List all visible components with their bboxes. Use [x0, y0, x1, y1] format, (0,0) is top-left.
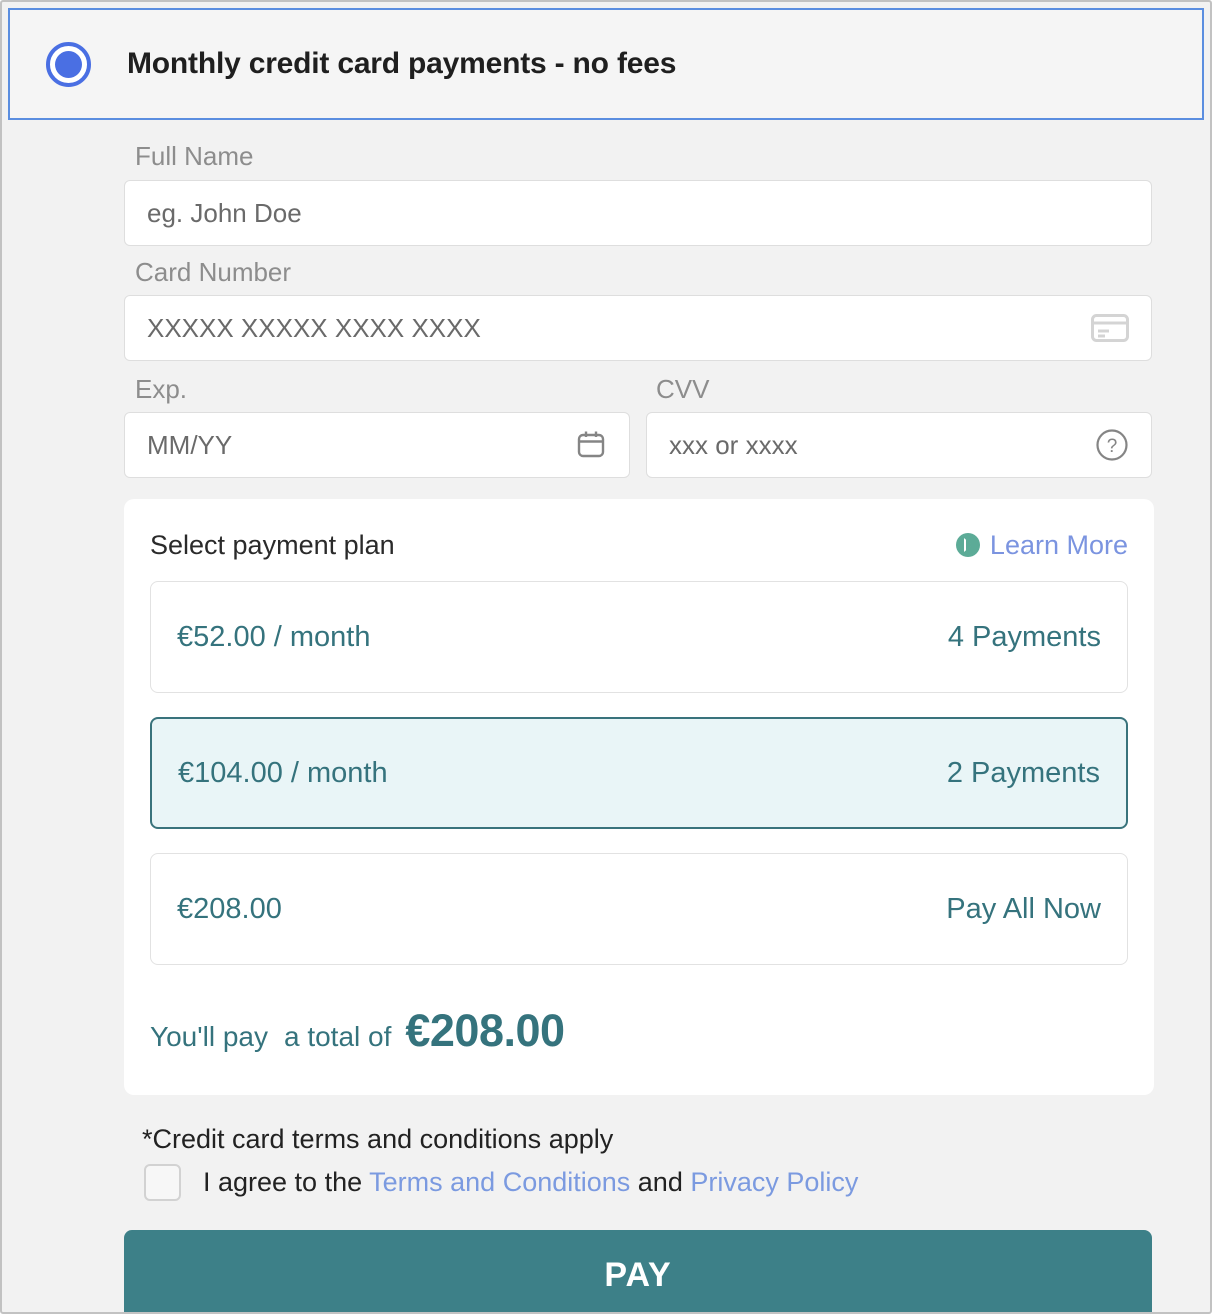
plan-count: Pay All Now [946, 892, 1101, 925]
plan-panel-title: Select payment plan [150, 529, 395, 560]
radio-button-monthly[interactable] [46, 41, 91, 87]
learn-more-label: Learn More [989, 529, 1128, 560]
plan-amount: €52.00 / month [177, 620, 371, 653]
expiry-placeholder: MM/YY [147, 429, 233, 460]
agree-row: I agree to the Terms and Conditions and … [144, 1164, 858, 1201]
payment-plan-panel: Select payment plan Learn More €52.00 / … [124, 499, 1154, 1095]
plan-option-pay-all-now[interactable]: €208.00 Pay All Now [150, 853, 1128, 965]
agree-middle: and [630, 1167, 691, 1197]
cvv-placeholder: xxx or xxxx [669, 429, 798, 460]
plan-count: 2 Payments [946, 756, 1100, 789]
help-circle-icon[interactable]: ? [1095, 428, 1129, 462]
plan-amount: €104.00 / month [178, 756, 388, 789]
total-value: €208.00 [405, 1005, 565, 1056]
card-number-placeholder: XXXXX XXXXX XXXX XXXX [147, 312, 481, 343]
expiry-label: Exp. [135, 374, 188, 404]
card-number-input[interactable]: XXXXX XXXXX XXXX XXXX [124, 295, 1152, 361]
privacy-policy-link[interactable]: Privacy Policy [690, 1167, 858, 1197]
total-middle: a total of [283, 1021, 392, 1052]
payment-method-option-monthly[interactable]: Monthly credit card payments - no fees [8, 8, 1204, 120]
chevron-circle-icon [954, 531, 982, 559]
full-name-placeholder: eg. John Doe [147, 197, 302, 228]
plan-count: 4 Payments [947, 620, 1101, 653]
expiry-input[interactable]: MM/YY [124, 412, 630, 478]
agree-text: I agree to the Terms and Conditions and … [203, 1167, 858, 1198]
payment-method-title: Monthly credit card payments - no fees [127, 47, 677, 80]
full-name-label: Full Name [135, 141, 254, 171]
svg-text:?: ? [1107, 436, 1118, 457]
total-prefix: You'll pay [150, 1021, 268, 1052]
payment-form-container: Monthly credit card payments - no fees F… [0, 0, 1212, 1314]
agree-prefix: I agree to the [203, 1167, 370, 1197]
total-summary: You'll pay a total of €208.00 [150, 1005, 565, 1057]
radio-inner-dot [55, 50, 82, 78]
plan-option-2-payments[interactable]: €104.00 / month 2 Payments [150, 717, 1128, 829]
terms-and-conditions-link[interactable]: Terms and Conditions [369, 1167, 630, 1197]
terms-note: *Credit card terms and conditions apply [142, 1124, 614, 1154]
cvv-input[interactable]: xxx or xxxx ? [646, 412, 1152, 478]
plan-amount: €208.00 [177, 892, 282, 925]
agree-checkbox[interactable] [144, 1164, 181, 1201]
calendar-icon[interactable] [575, 429, 607, 461]
credit-card-icon [1091, 314, 1129, 342]
learn-more-link[interactable]: Learn More [954, 530, 1128, 561]
cvv-label: CVV [656, 374, 710, 404]
pay-button[interactable]: PAY [124, 1230, 1152, 1312]
card-number-label: Card Number [135, 257, 292, 287]
full-name-input[interactable]: eg. John Doe [124, 180, 1152, 246]
plan-option-4-payments[interactable]: €52.00 / month 4 Payments [150, 581, 1128, 693]
plan-panel-header: Select payment plan Learn More [150, 525, 1128, 565]
